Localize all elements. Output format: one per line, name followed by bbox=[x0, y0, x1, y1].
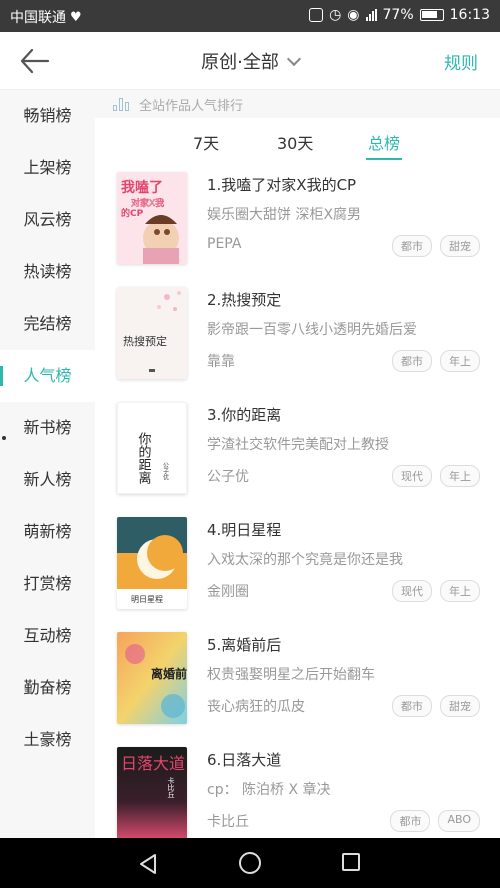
genre-tag: 都市 bbox=[390, 810, 431, 832]
signal-icon bbox=[365, 9, 377, 21]
ranking-banner: 全站作品人气排行 bbox=[95, 90, 500, 118]
book-cover: 你的距离 公子优 bbox=[117, 402, 187, 494]
genre-tag: ABO bbox=[438, 810, 480, 832]
sidebar: 畅销榜 上架榜 风云榜 热读榜 完结榜 人气榜 新书榜 新人榜 萌新榜 打赏榜 … bbox=[0, 90, 95, 838]
genre-tag: 甜宠 bbox=[440, 235, 480, 257]
tab-all-time[interactable]: 总榜 bbox=[365, 130, 403, 160]
list-item[interactable]: 你的距离 公子优 3.你的距离 学渣社交软件完美配对上教授 公子优 现代 年上 bbox=[95, 402, 500, 517]
book-author: 丧心病狂的瓜皮 bbox=[207, 699, 305, 715]
genre-tag: 都市 bbox=[392, 350, 432, 372]
sidebar-item-tips[interactable]: 打赏榜 bbox=[0, 558, 95, 610]
list-item[interactable]: 热搜预定 2.热搜预定 影帝跟一百零八线小透明先婚后爱 靠靠 都市 年上 bbox=[95, 287, 500, 402]
genre-tag: 都市 bbox=[392, 695, 432, 717]
book-author: 卡比丘 bbox=[207, 814, 249, 830]
book-title[interactable]: 5.离婚前后 bbox=[207, 634, 281, 655]
sidebar-item-diligent[interactable]: 勤奋榜 bbox=[0, 662, 95, 714]
battery-icon bbox=[419, 9, 444, 21]
svg-text:对家X我: 对家X我 bbox=[131, 197, 164, 209]
svg-text:公子优: 公子优 bbox=[162, 462, 169, 481]
book-description: 影帝跟一百零八线小透明先婚后爱 bbox=[207, 322, 417, 338]
list-item[interactable]: 我嗑了 对家X我 的CP 1.我嗑了对家X我的CP 娱乐圈大甜饼 深柜X腐男 P… bbox=[95, 172, 500, 287]
svg-text:离婚前后: 离婚前后 bbox=[151, 666, 187, 681]
heart-icon: ♥ bbox=[70, 9, 82, 25]
category-dropdown[interactable]: 原创·全部 bbox=[0, 48, 500, 74]
clock: 16:13 bbox=[449, 7, 490, 23]
sidebar-item-bestseller[interactable]: 畅销榜 bbox=[0, 90, 95, 142]
status-bar: 中国联通 ♥ ◷ ◉ 77% 16:13 bbox=[0, 0, 500, 32]
book-cover: 日落大道 卡比丘 bbox=[117, 747, 187, 839]
nav-back-icon[interactable] bbox=[138, 853, 158, 875]
book-title[interactable]: 3.你的距离 bbox=[207, 404, 281, 425]
header: 原创·全部 规则 bbox=[0, 32, 500, 90]
book-description: 娱乐圈大甜饼 深柜X腐男 bbox=[207, 207, 362, 223]
book-author: PEPA bbox=[207, 236, 242, 252]
genre-tag: 年上 bbox=[440, 580, 480, 602]
svg-text:日落大道: 日落大道 bbox=[121, 754, 185, 773]
battery-percent: 77% bbox=[382, 7, 414, 23]
list-item[interactable]: 离婚前后 5.离婚前后 权贵强娶明星之后开始翻车 丧心病狂的瓜皮 都市 甜宠 bbox=[95, 632, 500, 747]
sidebar-item-rookie[interactable]: 萌新榜 bbox=[0, 506, 95, 558]
svg-text:卡比丘: 卡比丘 bbox=[167, 776, 175, 798]
carrier-label: 中国联通 bbox=[10, 10, 66, 26]
book-description: cp： 陈泊桥 X 章决 bbox=[207, 782, 331, 798]
bar-chart-icon bbox=[113, 97, 129, 111]
banner-text: 全站作品人气排行 bbox=[139, 98, 244, 114]
book-description: 学渣社交软件完美配对上教授 bbox=[207, 437, 389, 453]
book-title[interactable]: 6.日落大道 bbox=[207, 749, 281, 770]
system-nav-bar bbox=[0, 838, 500, 888]
book-author: 靠靠 bbox=[207, 354, 235, 370]
scroll-dot bbox=[2, 436, 6, 440]
sidebar-item-finished[interactable]: 完结榜 bbox=[0, 298, 95, 350]
sidebar-item-trending[interactable]: 风云榜 bbox=[0, 194, 95, 246]
alarm-icon: ◷ bbox=[329, 7, 342, 23]
book-title[interactable]: 1.我嗑了对家X我的CP bbox=[207, 174, 356, 195]
tab-7-days[interactable]: 7天 bbox=[193, 130, 219, 154]
book-author: 金刚圈 bbox=[207, 584, 249, 600]
chevron-down-icon bbox=[286, 51, 301, 67]
sidebar-item-tycoon[interactable]: 土豪榜 bbox=[0, 714, 95, 766]
genre-tag: 年上 bbox=[440, 350, 480, 372]
svg-text:明日星程: 明日星程 bbox=[131, 595, 163, 604]
eye-icon: ◉ bbox=[347, 7, 360, 23]
genre-tag: 甜宠 bbox=[440, 695, 480, 717]
period-tabs: 7天 30天 总榜 bbox=[95, 118, 500, 162]
genre-tag: 现代 bbox=[392, 580, 432, 602]
tab-30-days[interactable]: 30天 bbox=[277, 130, 313, 154]
genre-tag: 都市 bbox=[392, 235, 432, 257]
rules-link[interactable]: 规则 bbox=[444, 49, 478, 74]
svg-text:你的距离: 你的距离 bbox=[136, 432, 152, 484]
svg-text:热搜预定: 热搜预定 bbox=[123, 334, 167, 348]
sidebar-item-hot-read[interactable]: 热读榜 bbox=[0, 246, 95, 298]
svg-text:我嗑了: 我嗑了 bbox=[121, 179, 163, 196]
book-cover: 明日星程 bbox=[117, 517, 187, 609]
list-item[interactable]: 明日星程 4.明日星程 入戏太深的那个究竟是你还是我 金刚圈 现代 年上 bbox=[95, 517, 500, 632]
book-cover: 我嗑了 对家X我 的CP bbox=[117, 172, 187, 264]
page-title: 原创·全部 bbox=[201, 52, 279, 73]
sidebar-item-interaction[interactable]: 互动榜 bbox=[0, 610, 95, 662]
sidebar-item-listed[interactable]: 上架榜 bbox=[0, 142, 95, 194]
sidebar-item-popularity[interactable]: 人气榜 bbox=[0, 350, 95, 402]
svg-text:的CP: 的CP bbox=[121, 207, 144, 219]
vibrate-icon bbox=[309, 8, 324, 22]
sidebar-item-new-authors[interactable]: 新人榜 bbox=[0, 454, 95, 506]
book-description: 入戏太深的那个究竟是你还是我 bbox=[207, 552, 403, 568]
book-cover: 离婚前后 bbox=[117, 632, 187, 724]
ranking-panel: 全站作品人气排行 7天 30天 总榜 我嗑了 对家X我 的CP 1.我嗑了对家X… bbox=[95, 90, 500, 839]
genre-tag: 现代 bbox=[392, 465, 432, 487]
book-title[interactable]: 2.热搜预定 bbox=[207, 289, 281, 310]
book-cover: 热搜预定 bbox=[117, 287, 187, 379]
nav-home-icon[interactable] bbox=[239, 852, 261, 874]
nav-recent-apps-icon[interactable] bbox=[342, 853, 360, 871]
book-author: 公子优 bbox=[207, 469, 249, 485]
genre-tag: 年上 bbox=[440, 465, 480, 487]
book-description: 权贵强娶明星之后开始翻车 bbox=[207, 667, 375, 683]
sidebar-item-new-books[interactable]: 新书榜 bbox=[0, 402, 95, 454]
book-title[interactable]: 4.明日星程 bbox=[207, 519, 281, 540]
